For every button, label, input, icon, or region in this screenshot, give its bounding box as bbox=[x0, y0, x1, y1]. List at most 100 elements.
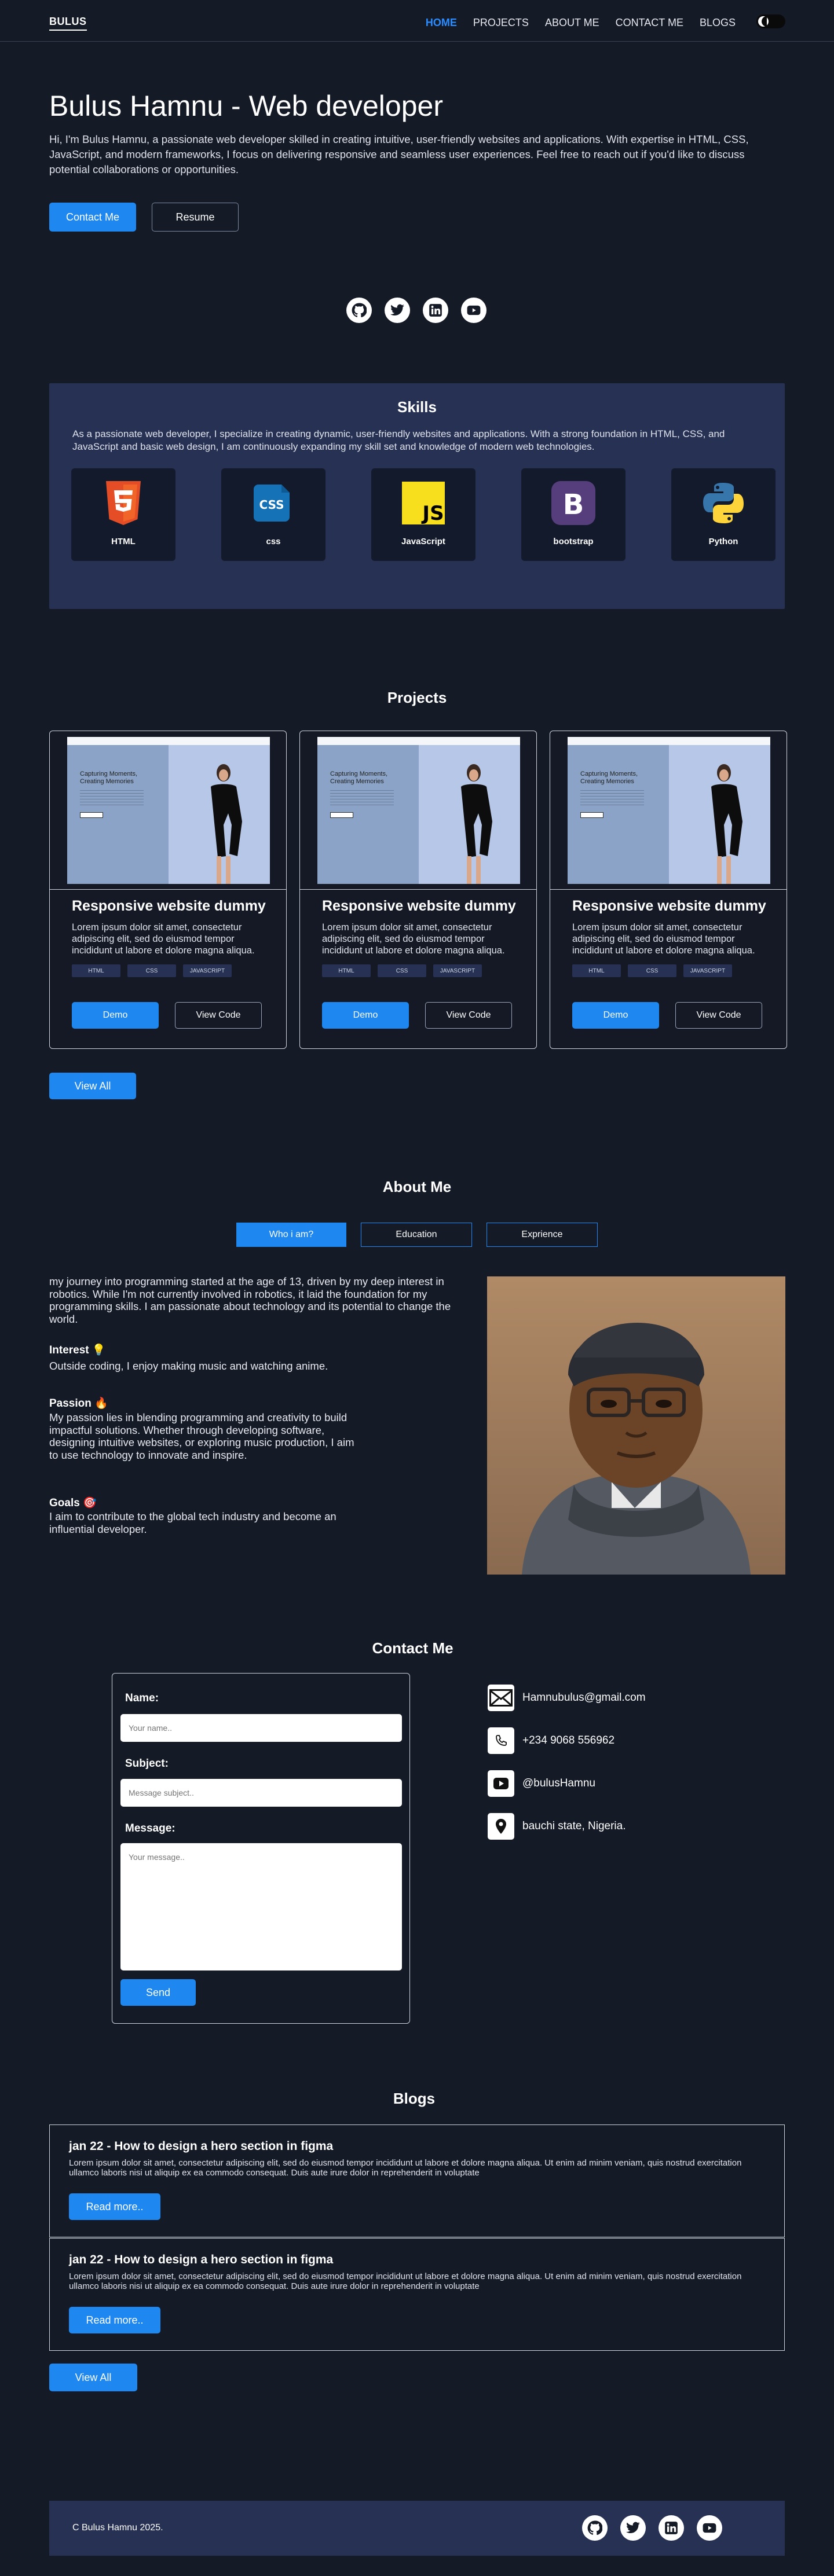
person-figure bbox=[461, 764, 492, 884]
tab-experience[interactable]: Exprience bbox=[487, 1223, 598, 1247]
project-tags: HTML CSS JAVASCRIPT bbox=[72, 964, 232, 977]
linkedin-icon[interactable] bbox=[659, 2515, 684, 2541]
contact-me-button[interactable]: Contact Me bbox=[49, 203, 136, 232]
demo-button[interactable]: Demo bbox=[572, 1002, 659, 1029]
interest-heading: Interest 💡 bbox=[49, 1344, 106, 1356]
twitter-icon[interactable] bbox=[385, 298, 410, 323]
message-textarea[interactable] bbox=[120, 1843, 402, 1970]
projects-view-all-button[interactable]: View All bbox=[49, 1073, 136, 1099]
project-title: Responsive website dummy bbox=[322, 898, 516, 914]
blog-title: jan 22 - How to design a hero section in… bbox=[69, 2253, 334, 2266]
read-more-button[interactable]: Read more.. bbox=[69, 2307, 160, 2333]
passion-text: My passion lies in blending programming … bbox=[49, 1411, 354, 1461]
site-logo[interactable]: BULUS bbox=[49, 16, 87, 31]
read-more-button[interactable]: Read more.. bbox=[69, 2193, 160, 2220]
blogs-view-all-button[interactable]: View All bbox=[49, 2364, 137, 2391]
svg-text:CSS: CSS bbox=[259, 498, 284, 512]
linkedin-icon[interactable] bbox=[423, 298, 448, 323]
person-figure bbox=[211, 764, 242, 884]
github-icon[interactable] bbox=[346, 298, 372, 323]
blog-card: jan 22 - How to design a hero section in… bbox=[49, 2124, 785, 2237]
email-text: Hamnubulus@gmail.com bbox=[522, 1691, 646, 1704]
goals-text: I aim to contribute to the global tech i… bbox=[49, 1510, 336, 1535]
hero-text: Hi, I'm Bulus Hamnu, a passionate web de… bbox=[49, 133, 749, 175]
tab-education[interactable]: Education bbox=[361, 1223, 472, 1247]
skill-label: Python bbox=[708, 537, 738, 546]
youtube-icon[interactable] bbox=[461, 298, 487, 323]
javascript-icon: JS bbox=[400, 480, 447, 526]
skill-label: HTML bbox=[111, 537, 136, 546]
view-code-button[interactable]: View Code bbox=[675, 1002, 762, 1029]
project-description: Lorem ipsum dolor sit amet, consectetur … bbox=[72, 922, 255, 956]
svg-text:JS: JS bbox=[421, 502, 444, 524]
tag-css: CSS bbox=[127, 964, 176, 977]
card-divider bbox=[550, 889, 787, 890]
nav-about[interactable]: ABOUT ME bbox=[545, 17, 599, 29]
tag-html: HTML bbox=[572, 964, 621, 977]
view-code-button[interactable]: View Code bbox=[175, 1002, 262, 1029]
python-icon bbox=[700, 480, 747, 526]
preview-button bbox=[80, 812, 103, 818]
footer: C Bulus Hamnu 2025. bbox=[49, 2501, 785, 2556]
resume-button[interactable]: Resume bbox=[152, 203, 239, 232]
contact-location[interactable]: bauchi state, Nigeria. bbox=[488, 1813, 626, 1840]
phone-text: +234 9068 556962 bbox=[522, 1734, 615, 1746]
preview-text-lines bbox=[580, 790, 644, 808]
location-text: bauchi state, Nigeria. bbox=[522, 1820, 626, 1832]
tag-css: CSS bbox=[378, 964, 426, 977]
contact-phone[interactable]: +234 9068 556962 bbox=[488, 1727, 614, 1754]
copyright-text: C Bulus Hamnu 2025. bbox=[72, 2523, 163, 2533]
about-title: About Me bbox=[382, 1178, 452, 1195]
preview-text-lines bbox=[80, 790, 144, 808]
nav-blogs[interactable]: BLOGS bbox=[700, 17, 736, 29]
skills-title: Skills bbox=[397, 398, 437, 416]
tag-javascript: JAVASCRIPT bbox=[183, 964, 232, 977]
demo-button[interactable]: Demo bbox=[322, 1002, 409, 1029]
youtube-icon[interactable] bbox=[697, 2515, 722, 2541]
project-description: Lorem ipsum dolor sit amet, consectetur … bbox=[322, 922, 505, 956]
demo-button[interactable]: Demo bbox=[72, 1002, 159, 1029]
skills-text: As a passionate web developer, I special… bbox=[72, 428, 725, 452]
project-preview-image: Capturing Moments, Creating Memories bbox=[568, 737, 770, 884]
passion-heading: Passion 🔥 bbox=[49, 1397, 108, 1410]
project-description: Lorem ipsum dolor sit amet, consectetur … bbox=[572, 922, 755, 956]
nav-home[interactable]: HOME bbox=[426, 17, 457, 29]
project-card: Capturing Moments, Creating Memories Res… bbox=[49, 731, 287, 1049]
nav-projects[interactable]: PROJECTS bbox=[473, 17, 529, 29]
view-code-button[interactable]: View Code bbox=[425, 1002, 512, 1029]
toggle-knob bbox=[758, 16, 769, 27]
subject-input[interactable] bbox=[120, 1779, 402, 1807]
subject-label: Subject: bbox=[125, 1757, 169, 1770]
profile-avatar bbox=[487, 1276, 785, 1575]
contact-youtube[interactable]: @bulusHamnu bbox=[488, 1770, 595, 1797]
send-button[interactable]: Send bbox=[120, 1979, 196, 2006]
about-intro: my journey into programming started at t… bbox=[49, 1275, 451, 1325]
project-preview-image: Capturing Moments, Creating Memories bbox=[67, 737, 270, 884]
card-divider bbox=[50, 889, 286, 890]
tag-html: HTML bbox=[322, 964, 371, 977]
twitter-icon[interactable] bbox=[620, 2515, 646, 2541]
mail-icon bbox=[488, 1685, 514, 1711]
tab-who-i-am[interactable]: Who i am? bbox=[236, 1223, 346, 1247]
nav-contact[interactable]: CONTACT ME bbox=[616, 17, 683, 29]
interest-text: Outside coding, I enjoy making music and… bbox=[49, 1360, 328, 1372]
skills-section: Skills As a passionate web developer, I … bbox=[49, 383, 785, 609]
tag-javascript: JAVASCRIPT bbox=[683, 964, 732, 977]
skill-card-html: HTML bbox=[71, 468, 175, 561]
name-input[interactable] bbox=[120, 1714, 402, 1742]
preview-heading: Capturing Moments, Creating Memories bbox=[330, 770, 388, 785]
github-icon[interactable] bbox=[582, 2515, 608, 2541]
skill-card-css: CSS css bbox=[221, 468, 325, 561]
contact-email[interactable]: Hamnubulus@gmail.com bbox=[488, 1685, 646, 1711]
youtube-text: @bulusHamnu bbox=[522, 1777, 595, 1789]
top-nav: BULUS HOME PROJECTS ABOUT ME CONTACT ME … bbox=[0, 0, 834, 42]
hero-social-links bbox=[346, 298, 487, 323]
preview-heading: Capturing Moments, Creating Memories bbox=[580, 770, 638, 785]
preview-button bbox=[580, 812, 603, 818]
preview-left-panel bbox=[67, 737, 169, 884]
blog-excerpt: Lorem ipsum dolor sit amet, consectetur … bbox=[69, 2272, 742, 2291]
project-tags: HTML CSS JAVASCRIPT bbox=[572, 964, 732, 977]
tag-javascript: JAVASCRIPT bbox=[433, 964, 482, 977]
footer-social-links bbox=[582, 2515, 722, 2541]
theme-toggle[interactable] bbox=[756, 14, 785, 28]
